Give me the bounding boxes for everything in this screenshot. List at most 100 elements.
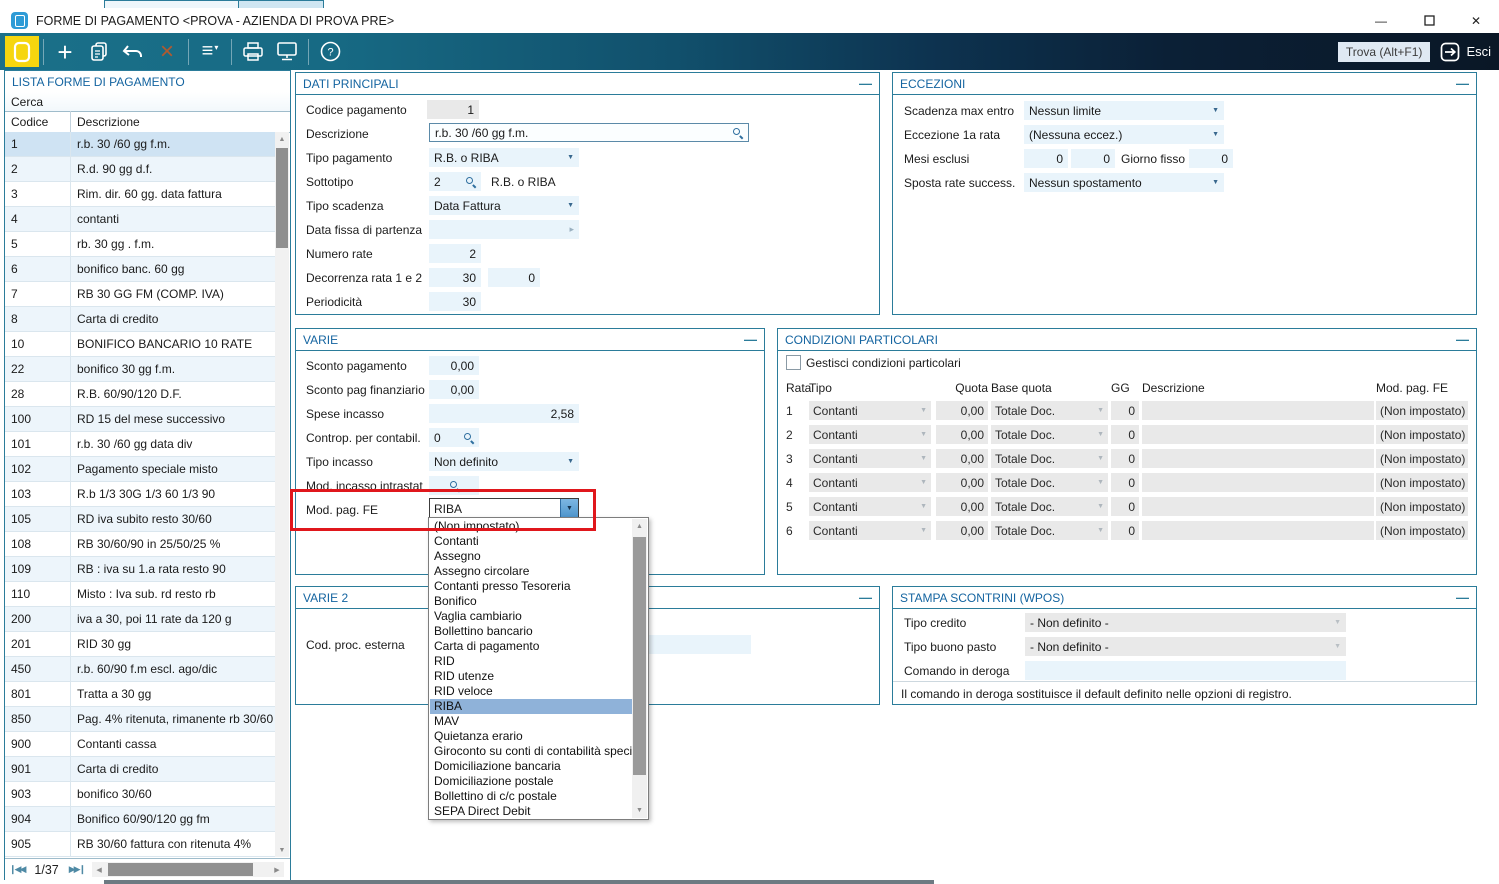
cp-mod-pag[interactable]: (Non impostato)▼ <box>1376 401 1468 420</box>
sconto-pagamento-input[interactable]: 0,00 <box>429 356 479 375</box>
menu-button[interactable]: ≡▾ <box>193 37 227 67</box>
list-row[interactable]: 7RB 30 GG FM (COMP. IVA) <box>5 282 277 307</box>
scadenza-max-select[interactable]: Nessun limite▼ <box>1024 101 1224 120</box>
list-row[interactable]: 201RID 30 gg <box>5 632 277 657</box>
minimize-button[interactable]: — <box>1366 8 1396 33</box>
first-page-button[interactable]: ❙◀◀ <box>5 864 28 875</box>
scrollbar-thumb[interactable] <box>276 148 288 248</box>
collapse-panel-icon[interactable]: — <box>859 593 872 603</box>
copy-record-button[interactable] <box>82 37 116 67</box>
last-page-button[interactable]: ▶▶❙ <box>65 864 88 875</box>
list-row[interactable]: 109RB : iva su 1.a rata resto 90 <box>5 557 277 582</box>
list-row[interactable]: 801Tratta a 30 gg <box>5 682 277 707</box>
cp-quota[interactable]: 0,00 <box>936 473 988 492</box>
cp-gg[interactable]: 0 <box>1111 401 1139 420</box>
decorrenza-rata2-input[interactable]: 0 <box>488 268 540 287</box>
column-descrizione[interactable]: Descrizione <box>71 111 290 132</box>
help-button[interactable]: ? <box>313 37 347 67</box>
list-row[interactable]: 110Misto : Iva sub. rd resto rb <box>5 582 277 607</box>
sottotipo-input[interactable]: 2 <box>429 172 481 191</box>
cp-descrizione[interactable] <box>1142 473 1374 492</box>
list-row[interactable]: 22bonifico 30 gg f.m. <box>5 357 277 382</box>
list-row[interactable]: 10BONIFICO BANCARIO 10 RATE <box>5 332 277 357</box>
list-row[interactable]: 200iva a 30, poi 11 rate da 120 g <box>5 607 277 632</box>
mesi-esclusi-input1[interactable]: 0 <box>1024 149 1068 168</box>
list-row[interactable]: 1r.b. 30 /60 gg f.m. <box>5 132 277 157</box>
collapse-panel-icon[interactable]: — <box>859 79 872 89</box>
collapse-panel-icon[interactable]: — <box>744 335 757 345</box>
descrizione-input[interactable]: r.b. 30 /60 gg f.m. <box>429 123 749 142</box>
cp-base[interactable]: Totale Doc.▼ <box>991 425 1108 444</box>
cp-quota[interactable]: 0,00 <box>936 497 988 516</box>
cp-gg[interactable]: 0 <box>1111 473 1139 492</box>
dropdown-option[interactable]: RID veloce <box>430 684 632 699</box>
cp-descrizione[interactable] <box>1142 497 1374 516</box>
cp-quota[interactable]: 0,00 <box>936 401 988 420</box>
esci-button[interactable]: Esci <box>1440 42 1491 62</box>
cp-base[interactable]: Totale Doc.▼ <box>991 521 1108 540</box>
cp-mod-pag[interactable]: (Non impostato)▼ <box>1376 425 1468 444</box>
cp-tipo[interactable]: Contanti▼ <box>809 425 931 444</box>
cp-base[interactable]: Totale Doc.▼ <box>991 497 1108 516</box>
dropdown-option[interactable]: SEPA Direct Debit <box>430 804 632 819</box>
decorrenza-rata1-input[interactable]: 30 <box>429 268 481 287</box>
list-row[interactable]: 900Contanti cassa <box>5 732 277 757</box>
gestisci-condizioni-checkbox[interactable] <box>786 355 801 370</box>
cp-quota[interactable]: 0,00 <box>936 521 988 540</box>
giorno-fisso-input[interactable]: 0 <box>1189 149 1233 168</box>
list-vertical-scrollbar[interactable]: ▲ ▼ <box>275 132 289 857</box>
dropdown-option[interactable]: Quietanza erario <box>430 729 632 744</box>
sconto-finanziario-input[interactable]: 0,00 <box>429 380 479 399</box>
collapse-panel-icon[interactable]: — <box>1456 593 1469 603</box>
print-button[interactable] <box>236 37 270 67</box>
cp-base[interactable]: Totale Doc.▼ <box>991 449 1108 468</box>
list-row[interactable]: 6bonifico banc. 60 gg <box>5 257 277 282</box>
dropdown-option[interactable]: MAV <box>430 714 632 729</box>
list-row[interactable]: 28R.B. 60/90/120 D.F. <box>5 382 277 407</box>
search-icon[interactable] <box>463 432 474 443</box>
list-row[interactable]: 450r.b. 60/90 f.m escl. ago/dic <box>5 657 277 682</box>
dropdown-option[interactable]: Giroconto su conti di contabilità specia… <box>430 744 632 759</box>
cp-descrizione[interactable] <box>1142 425 1374 444</box>
dropdown-option[interactable]: Bollettino di c/c postale <box>430 789 632 804</box>
numero-rate-input[interactable]: 2 <box>429 244 481 263</box>
cp-mod-pag[interactable]: (Non impostato)▼ <box>1376 449 1468 468</box>
search-icon[interactable] <box>732 127 743 138</box>
list-row[interactable]: 850Pag. 4% ritenuta, rimanente rb 30/60 … <box>5 707 277 732</box>
list-row[interactable]: 8Carta di credito <box>5 307 277 332</box>
data-fissa-input[interactable]: ▸ <box>429 220 579 239</box>
dropdown-option[interactable]: RID <box>430 654 632 669</box>
dropdown-option[interactable]: RIBA <box>430 699 632 714</box>
undo-button[interactable] <box>116 37 150 67</box>
cp-gg[interactable]: 0 <box>1111 425 1139 444</box>
cp-quota[interactable]: 0,00 <box>936 425 988 444</box>
cp-mod-pag[interactable]: (Non impostato)▼ <box>1376 521 1468 540</box>
search-icon[interactable] <box>465 176 476 187</box>
dropdown-option[interactable]: Domiciliazione postale <box>430 774 632 789</box>
dropdown-option[interactable]: Vaglia cambiario <box>430 609 632 624</box>
dropdown-option[interactable]: (Non impostato) <box>430 519 632 534</box>
cp-gg[interactable]: 0 <box>1111 449 1139 468</box>
maximize-button[interactable] <box>1414 8 1444 33</box>
list-row[interactable]: 4contanti <box>5 207 277 232</box>
list-row[interactable]: 105RD iva subito resto 30/60 <box>5 507 277 532</box>
mesi-esclusi-input2[interactable]: 0 <box>1071 149 1115 168</box>
scroll-up-icon[interactable]: ▲ <box>632 519 647 534</box>
cp-base[interactable]: Totale Doc.▼ <box>991 401 1108 420</box>
dropdown-option[interactable]: Bonifico <box>430 594 632 609</box>
mod-incasso-input[interactable] <box>429 476 479 495</box>
cp-mod-pag[interactable]: (Non impostato)▼ <box>1376 473 1468 492</box>
new-record-button[interactable]: + <box>48 37 82 67</box>
dropdown-option[interactable]: RID utenze <box>430 669 632 684</box>
cp-descrizione[interactable] <box>1142 401 1374 420</box>
dropdown-option[interactable]: Bollettino bancario <box>430 624 632 639</box>
app-menu-button[interactable] <box>5 36 39 67</box>
periodicita-input[interactable]: 30 <box>429 292 481 311</box>
scroll-down-icon[interactable]: ▼ <box>632 803 647 818</box>
cp-gg[interactable]: 0 <box>1111 521 1139 540</box>
list-row[interactable]: 905RB 30/60 fattura con ritenuta 4% <box>5 832 277 857</box>
dropdown-option[interactable]: Contanti presso Tesoreria <box>430 579 632 594</box>
dropdown-scrollbar[interactable]: ▲ ▼ <box>632 519 647 818</box>
collapse-panel-icon[interactable]: — <box>1456 79 1469 89</box>
dropdown-option[interactable]: Carta di pagamento <box>430 639 632 654</box>
